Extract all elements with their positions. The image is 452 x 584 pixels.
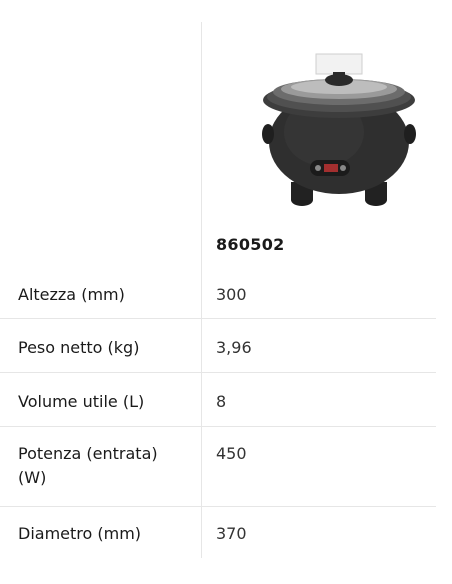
soup-kettle-image <box>262 53 416 206</box>
spec-value: 450 <box>216 444 247 463</box>
spec-row-diametro: Diametro (mm) 370 <box>0 507 452 559</box>
spec-row-potenza: Potenza (entrata) (W) 450 <box>0 427 452 507</box>
spec-row-altezza: Altezza (mm) 300 <box>0 267 452 319</box>
spec-label: Altezza (mm) <box>18 285 125 304</box>
spec-value: 8 <box>216 392 227 411</box>
spec-label: Peso netto (kg) <box>18 338 140 357</box>
spec-value: 370 <box>216 524 247 543</box>
spec-value: 3,96 <box>216 338 252 357</box>
product-image-cell <box>202 22 452 222</box>
spec-value: 300 <box>216 285 247 304</box>
product-spec-table: 860502 Altezza (mm) 300 Peso netto (kg) … <box>0 0 452 584</box>
spec-label: Diametro (mm) <box>18 524 142 543</box>
product-code: 860502 <box>216 235 285 254</box>
spec-row-peso-netto: Peso netto (kg) 3,96 <box>0 319 452 373</box>
product-code-row: 860502 <box>0 222 452 267</box>
spec-row-volume-utile: Volume utile (L) 8 <box>0 373 452 427</box>
spec-label: Volume utile (L) <box>18 392 145 411</box>
spec-label: Potenza (entrata) (W) <box>18 444 158 487</box>
